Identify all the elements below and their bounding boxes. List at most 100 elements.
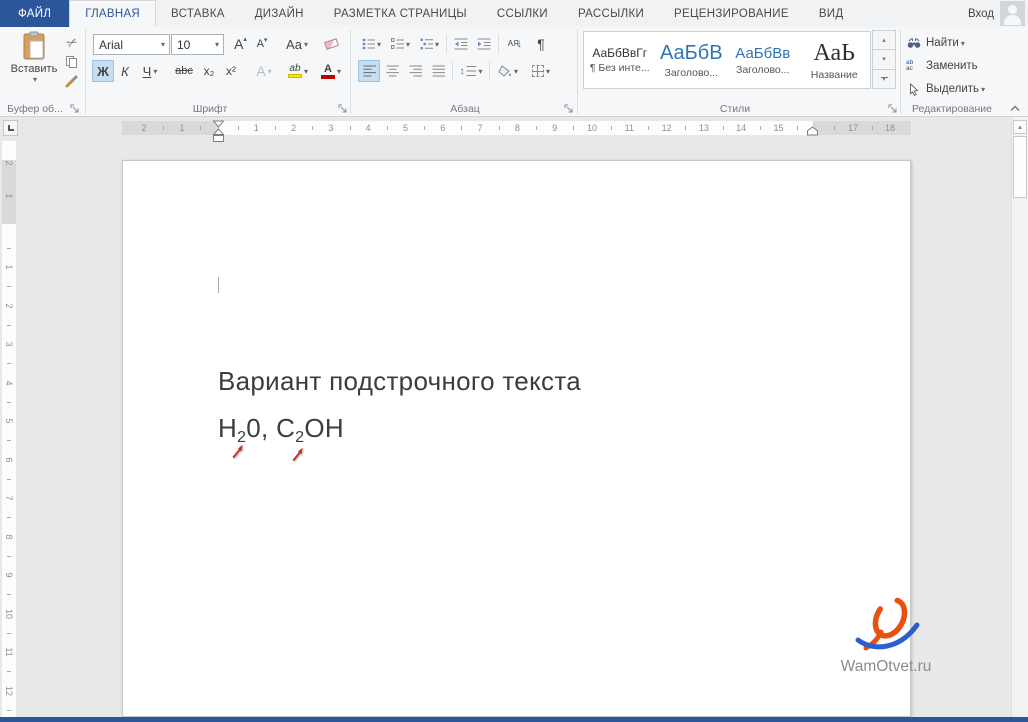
ruler-tick: [685, 126, 686, 130]
styles-scroll-down-button[interactable]: ▾: [872, 49, 896, 69]
numbering-button[interactable]: ▾: [387, 33, 414, 55]
ruler-number: 12: [662, 123, 672, 133]
scrollbar-up-button[interactable]: ▴: [1013, 120, 1027, 134]
tab-view[interactable]: ВИД: [804, 0, 859, 27]
ruler-tick: [7, 633, 11, 634]
clipboard-dialog-launcher[interactable]: [70, 104, 80, 114]
sort-button[interactable]: АЯ ↓: [502, 33, 528, 55]
underline-label: Ч: [143, 64, 152, 79]
tab-review[interactable]: РЕЦЕНЗИРОВАНИЕ: [659, 0, 804, 27]
decrease-indent-button[interactable]: [450, 33, 472, 55]
style-heading2[interactable]: АаБбВв Заголово...: [727, 32, 799, 88]
change-case-button[interactable]: Аа ▾: [280, 33, 314, 55]
underline-caret: ▾: [153, 67, 157, 76]
borders-button[interactable]: ▾: [526, 60, 556, 82]
indent-markers[interactable]: [212, 120, 225, 143]
line-spacing-button[interactable]: ↕ ▾: [456, 60, 486, 82]
tab-design[interactable]: ДИЗАЙН: [240, 0, 319, 27]
tab-page-layout[interactable]: РАЗМЕТКА СТРАНИЦЫ: [319, 0, 482, 27]
highlight-color-button[interactable]: ab ▾: [282, 60, 314, 82]
ruler-number: 8: [515, 123, 520, 133]
group-separator: [85, 29, 86, 114]
ruler-number: 4: [4, 377, 14, 389]
clear-formatting-button[interactable]: [320, 33, 342, 55]
sign-in-link[interactable]: Вход: [968, 0, 994, 27]
shrink-font-button[interactable]: А▾: [252, 33, 272, 55]
styles-more-icon: ▾: [882, 78, 886, 82]
style-name: Заголово...: [736, 64, 790, 76]
show-paragraph-marks-button[interactable]: ¶: [530, 33, 552, 55]
copy-button[interactable]: [62, 53, 82, 70]
superscript-button[interactable]: x²: [220, 60, 242, 82]
paragraph-dialog-launcher[interactable]: [564, 104, 574, 114]
formula-text: OH: [304, 413, 344, 443]
ruler-tick: [611, 126, 612, 130]
increase-indent-button[interactable]: [473, 33, 495, 55]
select-button[interactable]: Выделить ▾: [906, 80, 985, 98]
align-right-button[interactable]: [404, 60, 426, 82]
ruler-tick: [499, 126, 500, 130]
styles-scroll-up-button[interactable]: ▴: [872, 30, 896, 50]
ruler-number: 2: [4, 300, 14, 312]
grow-font-button[interactable]: А▴: [230, 33, 251, 55]
ruler-tick: [424, 126, 425, 130]
tab-mailings[interactable]: РАССЫЛКИ: [563, 0, 659, 27]
tab-file[interactable]: ФАЙЛ: [0, 0, 69, 27]
style-no-spacing[interactable]: АаБбВвГг ¶ Без инте...: [584, 32, 656, 88]
ruler-number: 6: [440, 123, 445, 133]
line-spacing-caret: ▾: [478, 67, 482, 76]
collapse-ribbon-button[interactable]: [1010, 105, 1020, 112]
bold-button[interactable]: Ж: [92, 60, 114, 82]
styles-more-button[interactable]: ▾: [872, 69, 896, 89]
document-formula-line[interactable]: H20, C2OH: [218, 413, 344, 444]
align-left-button[interactable]: [358, 60, 380, 82]
align-center-icon: [386, 65, 399, 77]
tab-references[interactable]: ССЫЛКИ: [482, 0, 563, 27]
style-name: Название: [811, 69, 858, 81]
text-effects-caret: ▾: [268, 67, 272, 76]
right-indent-marker[interactable]: [806, 126, 819, 136]
font-dialog-launcher[interactable]: [338, 104, 348, 114]
user-avatar[interactable]: [1000, 1, 1025, 26]
shading-caret: ▾: [514, 67, 518, 76]
italic-label: К: [121, 64, 129, 79]
subscript-button[interactable]: x₂: [198, 60, 220, 82]
underline-button[interactable]: Ч ▾: [136, 60, 164, 82]
tab-insert[interactable]: ВСТАВКА: [156, 0, 240, 27]
style-title[interactable]: АаЬ Название: [799, 32, 871, 88]
paste-button[interactable]: Вставить ▾: [6, 31, 62, 97]
text-effects-button[interactable]: А ▾: [250, 60, 278, 82]
styles-dialog-launcher[interactable]: [888, 104, 898, 114]
ruler-number: 2: [4, 157, 14, 169]
line-spacing-lines-icon: [466, 65, 476, 77]
font-name-combo[interactable]: Arial ▾: [93, 34, 170, 55]
font-color-button[interactable]: А ▾: [316, 60, 346, 82]
document-heading-line[interactable]: Вариант подстрочного текста: [218, 366, 581, 397]
group-separator: [350, 29, 351, 114]
bullets-button[interactable]: ▾: [358, 33, 385, 55]
replace-button[interactable]: abac Заменить: [906, 57, 978, 75]
vertical-scrollbar[interactable]: ▴: [1011, 117, 1028, 717]
cut-button[interactable]: ✂: [62, 34, 82, 51]
ruler-tick: [7, 517, 11, 518]
scroll-down-icon: ▾: [882, 55, 886, 63]
format-painter-button[interactable]: [62, 72, 82, 89]
justify-button[interactable]: [427, 60, 449, 82]
italic-button[interactable]: К: [116, 60, 134, 82]
tab-home[interactable]: ГЛАВНАЯ: [69, 0, 156, 27]
group-separator: [900, 29, 901, 114]
ruler-number: 5: [4, 415, 14, 427]
multilevel-list-button[interactable]: ▾: [416, 33, 443, 55]
shading-button[interactable]: ▾: [493, 60, 523, 82]
change-case-caret: ▾: [304, 40, 308, 49]
strikethrough-button[interactable]: abc: [170, 60, 198, 82]
ruler-tick: [312, 126, 313, 130]
align-center-button[interactable]: [381, 60, 403, 82]
ruler-number: 4: [366, 123, 371, 133]
font-size-combo[interactable]: 10 ▾: [171, 34, 224, 55]
change-case-label: Аа: [286, 37, 302, 52]
style-preview: АаБбВ: [660, 42, 723, 65]
style-heading1[interactable]: АаБбВ Заголово...: [656, 32, 728, 88]
scrollbar-thumb[interactable]: [1013, 136, 1027, 198]
find-button[interactable]: Найти ▾: [906, 34, 965, 52]
